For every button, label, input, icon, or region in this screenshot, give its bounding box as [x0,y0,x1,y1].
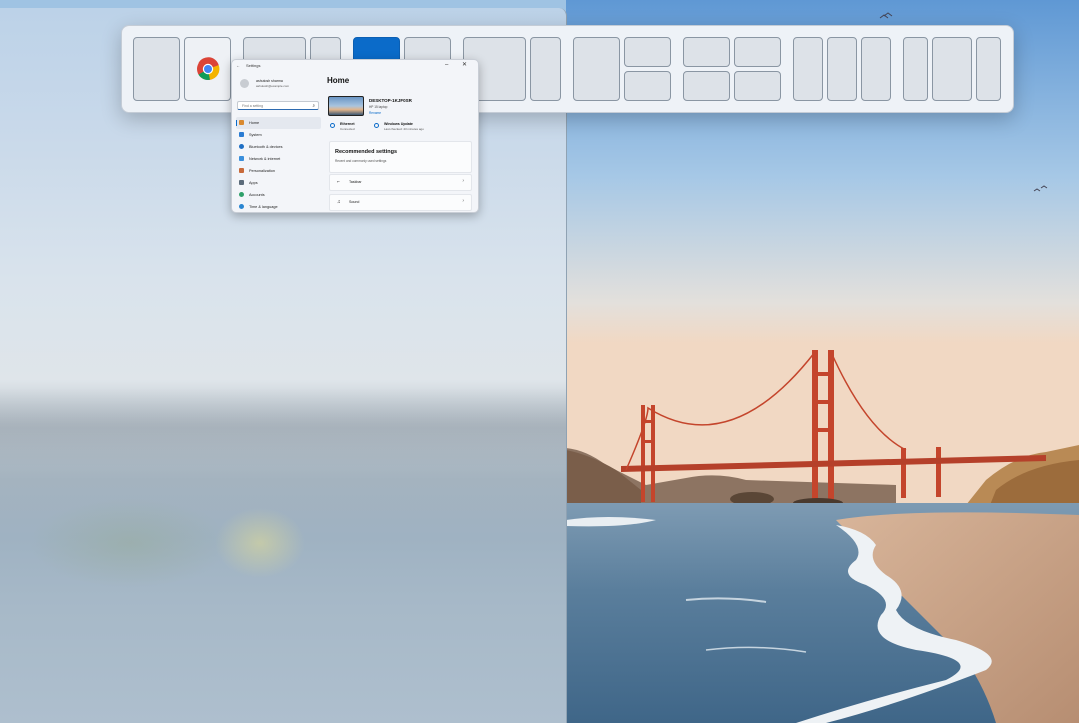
snap-zone-chrome[interactable] [184,37,231,101]
globe-icon [239,204,244,209]
page-title: Home [327,76,350,85]
nav-label: Bluetooth & devices [249,144,283,149]
nav-item-system[interactable]: System [236,129,321,141]
row-label: Sound [349,200,360,204]
search-input[interactable]: Find a setting ⌕ [237,101,319,110]
nav-item-bluetooth[interactable]: Bluetooth & devices [236,141,321,153]
title-bar: ← Settings – ✕ [232,60,478,74]
nav-label: Accounts [249,192,265,197]
nav-label: Apps [249,180,258,185]
window-title: Settings [246,63,261,68]
avatar [240,79,249,88]
window-controls[interactable]: – ✕ [445,61,473,68]
snap-zone[interactable] [683,37,730,67]
snap-zone[interactable] [793,37,823,101]
nav-item-time-language[interactable]: Time & language [236,201,321,212]
search-icon: ⌕ [312,103,315,108]
recommended-row-taskbar[interactable]: ⌐ Taskbar › [329,174,472,191]
home-icon [239,120,244,125]
nav-item-network[interactable]: Network & internet [236,153,321,165]
selection-indicator [236,120,237,126]
recommended-settings-card: Recommended settings Recent and commonly… [329,141,472,173]
ethernet-icon [330,123,335,128]
settings-window-thumbnail[interactable]: ← Settings – ✕ ashutosh sharma ashutosh@… [231,59,479,213]
nav-label: Time & language [249,204,278,209]
snap-zone[interactable] [827,37,857,101]
settings-nav: Home System Bluetooth & devices Network … [236,117,321,212]
snap-zone[interactable] [133,37,180,101]
recommended-title: Recommended settings [335,149,398,155]
recommended-row-sound[interactable]: ♫ Sound › [329,194,472,211]
snap-zone[interactable] [976,37,1001,101]
nav-label: Personalization [249,168,275,173]
sound-icon: ♫ [337,199,341,205]
status-label: Ethernet [340,122,355,126]
device-model: HP 15 laptop [369,105,388,109]
snap-zone[interactable] [573,37,620,101]
nav-item-accounts[interactable]: Accounts [236,189,321,201]
blur-glow [30,498,230,588]
snap-zone[interactable] [861,37,891,101]
search-placeholder: Find a setting [242,104,264,108]
network-icon [239,156,244,161]
snap-zone[interactable] [734,37,781,67]
blur-band [0,388,566,468]
snap-zone[interactable] [932,37,972,101]
chrome-icon [197,57,220,80]
snap-zone[interactable] [624,37,671,67]
recommended-subtitle: Recent and commonly used settings [335,159,387,163]
nav-label: Home [249,120,260,125]
chevron-right-icon: › [462,178,464,184]
nav-item-home[interactable]: Home [236,117,321,129]
apps-icon [239,180,244,185]
rename-link[interactable]: Rename [369,111,381,115]
bluetooth-icon [239,144,244,149]
nav-item-apps[interactable]: Apps [236,177,321,189]
status-label: Windows Update [384,122,413,126]
nav-label: Network & internet [249,156,281,161]
brush-icon [239,168,244,173]
user-email: ashutosh@example.com [256,84,290,88]
taskbar-icon: ⌐ [337,179,340,185]
snap-zone[interactable] [530,37,561,101]
snap-zone[interactable] [734,71,781,101]
status-value: Last checked: 43 minutes ago [384,127,424,131]
device-name: DESKTOP-1KJF0SR [369,98,412,103]
chevron-right-icon: › [462,198,464,204]
system-icon [239,132,244,137]
nav-item-personalization[interactable]: Personalization [236,165,321,177]
snap-zone[interactable] [903,37,928,101]
device-thumbnail [328,96,364,116]
nav-label: System [249,132,262,137]
update-icon [374,123,379,128]
row-label: Taskbar [349,180,362,184]
blur-glow [215,508,305,578]
user-name: ashutosh sharma [256,79,283,83]
accounts-icon [239,192,244,197]
snap-zone[interactable] [683,71,730,101]
back-arrow-icon[interactable]: ← [236,63,240,68]
snap-zone[interactable] [624,71,671,101]
status-value: Connected [340,127,355,131]
